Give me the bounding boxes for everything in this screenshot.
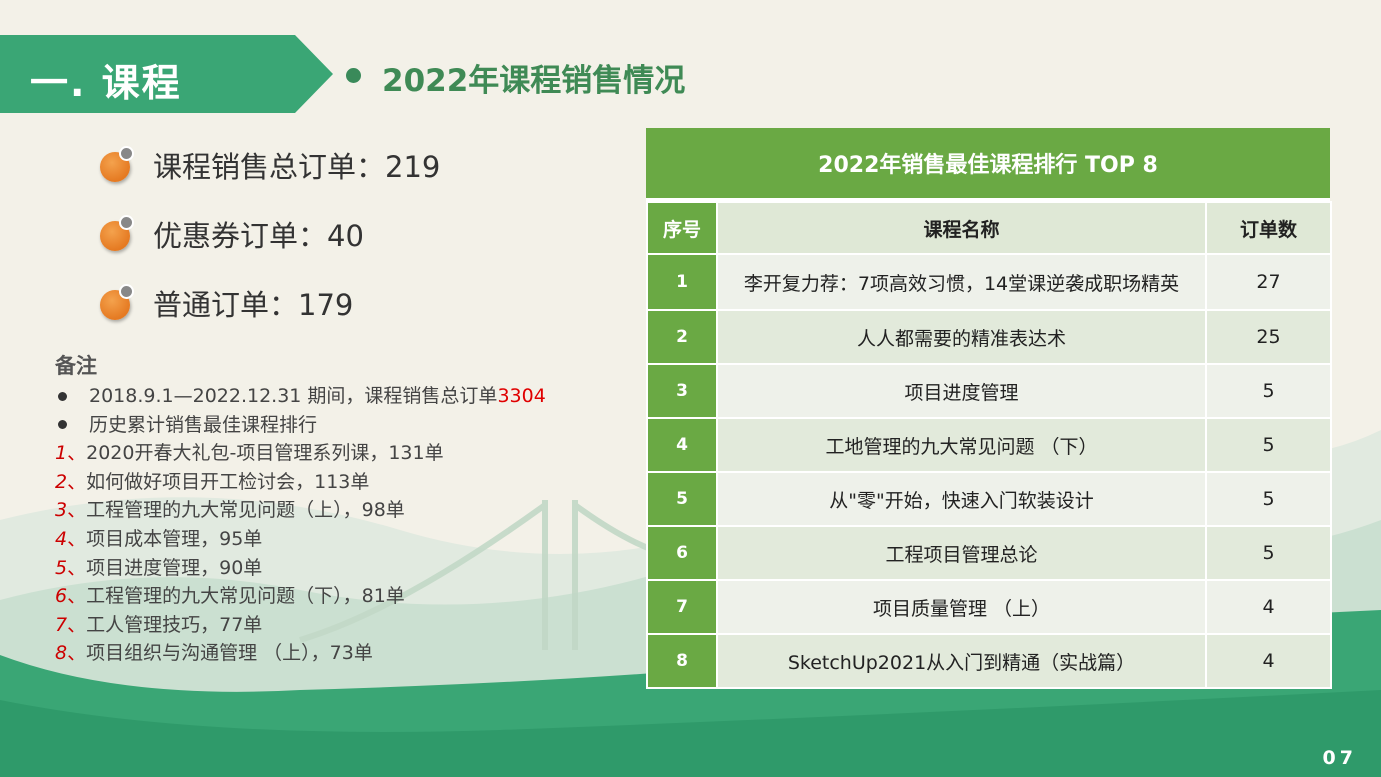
note-separator: 、	[67, 613, 87, 636]
note-text: 项目进度管理，90单	[86, 556, 263, 579]
header-index: 序号	[646, 201, 718, 255]
row-orders: 5	[1205, 525, 1332, 581]
row-course-name: 李开复力荐：7项高效习惯，14堂课逆袭成职场精英	[716, 253, 1207, 311]
ranking-table-panel: 2022年销售最佳课程排行 TOP 8 序号 课程名称 订单数 1 李开复力荐：…	[646, 128, 1332, 689]
section-tab-arrow	[295, 35, 333, 113]
note-number: 2	[55, 470, 68, 493]
note-bullet-row: 历史累计销售最佳课程排行	[55, 411, 546, 440]
note-text: 2020开春大礼包-项目管理系列课，131单	[86, 442, 444, 465]
orange-bullet-icon	[100, 146, 134, 182]
note-highlight: 3304	[497, 385, 546, 407]
stat-total-orders: 课程销售总订单：219	[100, 143, 440, 187]
row-index: 6	[646, 525, 718, 581]
note-bullet-row: 2018.9.1—2022.12.31 期间，课程销售总订单 3304	[55, 382, 546, 411]
stat-coupon-orders: 优惠券订单：40	[100, 212, 364, 256]
row-orders: 5	[1205, 471, 1332, 527]
note-text: 工程管理的九大常见问题（下），81单	[86, 585, 405, 608]
note-text: 工程管理的九大常见问题（上），98单	[86, 499, 405, 522]
row-course-name: 项目质量管理 （上）	[716, 579, 1207, 635]
row-orders: 5	[1205, 363, 1332, 419]
note-number: 6	[55, 585, 68, 608]
header-course-name: 课程名称	[716, 201, 1207, 255]
orange-bullet-icon	[100, 284, 134, 320]
row-index: 7	[646, 579, 718, 635]
note-text: 项目组织与沟通管理 （上），73单	[86, 642, 373, 665]
subtitle-bullet-icon	[346, 68, 361, 83]
note-list-item: 5、项目进度管理，90单	[55, 554, 546, 583]
note-number: 4	[55, 527, 68, 550]
row-index: 2	[646, 309, 718, 365]
note-separator: 、	[67, 556, 87, 579]
row-orders: 5	[1205, 417, 1332, 473]
note-separator: 、	[67, 442, 87, 465]
note-list-item: 1、 2020开春大礼包-项目管理系列课，131单	[55, 439, 546, 468]
row-course-name: SketchUp2021从入门到精通（实战篇）	[716, 633, 1207, 689]
orange-bullet-icon	[100, 215, 134, 251]
ranking-title: 2022年销售最佳课程排行 TOP 8	[646, 128, 1330, 201]
note-list-item: 2、如何做好项目开工检讨会，113单	[55, 468, 546, 497]
bullet-dot-icon	[58, 420, 67, 430]
stat-text: 优惠券订单：40	[153, 219, 364, 253]
row-index: 3	[646, 363, 718, 419]
note-list-item: 6、工程管理的九大常见问题（下），81单	[55, 582, 546, 611]
note-text: 2018.9.1—2022.12.31 期间，课程销售总订单	[89, 385, 498, 407]
stat-text: 普通订单：179	[153, 288, 354, 322]
table-row: 5 从"零"开始，快速入门软装设计 5	[646, 471, 1332, 527]
row-course-name: 从"零"开始，快速入门软装设计	[716, 471, 1207, 527]
table-row: 8 SketchUp2021从入门到精通（实战篇） 4	[646, 633, 1332, 689]
note-number: 3	[55, 499, 68, 522]
notes-title: 备注	[55, 354, 97, 378]
note-separator: 、	[67, 585, 87, 608]
table-row: 2 人人都需要的精准表达术 25	[646, 309, 1332, 365]
row-course-name: 人人都需要的精准表达术	[716, 309, 1207, 365]
row-index: 8	[646, 633, 718, 689]
note-list-item: 7、工人管理技巧，77单	[55, 611, 546, 640]
row-course-name: 工地管理的九大常见问题 （下）	[716, 417, 1207, 473]
row-index: 5	[646, 471, 718, 527]
note-separator: 、	[67, 527, 87, 550]
note-list-item: 8、项目组织与沟通管理 （上），73单	[55, 639, 546, 668]
row-orders: 27	[1205, 253, 1332, 311]
row-index: 1	[646, 253, 718, 311]
note-separator: 、	[67, 470, 87, 493]
row-index: 4	[646, 417, 718, 473]
row-course-name: 工程项目管理总论	[716, 525, 1207, 581]
note-number: 5	[55, 556, 68, 579]
note-separator: 、	[67, 499, 87, 522]
notes-block: 备注 2018.9.1—2022.12.31 期间，课程销售总订单 3304 历史…	[55, 350, 546, 668]
note-text: 项目成本管理，95单	[86, 527, 263, 550]
table-row: 6 工程项目管理总论 5	[646, 525, 1332, 581]
page-number: 07	[1322, 747, 1357, 769]
note-number: 8	[55, 642, 68, 665]
ranking-table: 序号 课程名称 订单数 1 李开复力荐：7项高效习惯，14堂课逆袭成职场精英 2…	[646, 201, 1332, 689]
table-row: 1 李开复力荐：7项高效习惯，14堂课逆袭成职场精英 27	[646, 253, 1332, 311]
stat-regular-orders: 普通订单：179	[100, 281, 353, 325]
row-orders: 4	[1205, 633, 1332, 689]
row-orders: 25	[1205, 309, 1332, 365]
page-subtitle: 2022年课程销售情况	[382, 63, 686, 99]
section-title: 一. 课程	[30, 61, 182, 105]
note-text: 工人管理技巧，77单	[86, 613, 263, 636]
note-list-item: 3、工程管理的九大常见问题（上），98单	[55, 496, 546, 525]
note-text: 历史累计销售最佳课程排行	[89, 413, 318, 436]
table-row: 7 项目质量管理 （上） 4	[646, 579, 1332, 635]
table-row: 4 工地管理的九大常见问题 （下） 5	[646, 417, 1332, 473]
table-header-row: 序号 课程名称 订单数	[646, 201, 1332, 255]
header-orders: 订单数	[1205, 201, 1332, 255]
stat-text: 课程销售总订单：219	[153, 150, 441, 184]
row-orders: 4	[1205, 579, 1332, 635]
note-separator: 、	[67, 642, 87, 665]
note-list-item: 4、项目成本管理，95单	[55, 525, 546, 554]
bullet-dot-icon	[58, 391, 67, 401]
row-course-name: 项目进度管理	[716, 363, 1207, 419]
table-row: 3 项目进度管理 5	[646, 363, 1332, 419]
note-number: 1	[55, 442, 68, 465]
note-number: 7	[55, 613, 68, 636]
note-text: 如何做好项目开工检讨会，113单	[86, 470, 370, 493]
